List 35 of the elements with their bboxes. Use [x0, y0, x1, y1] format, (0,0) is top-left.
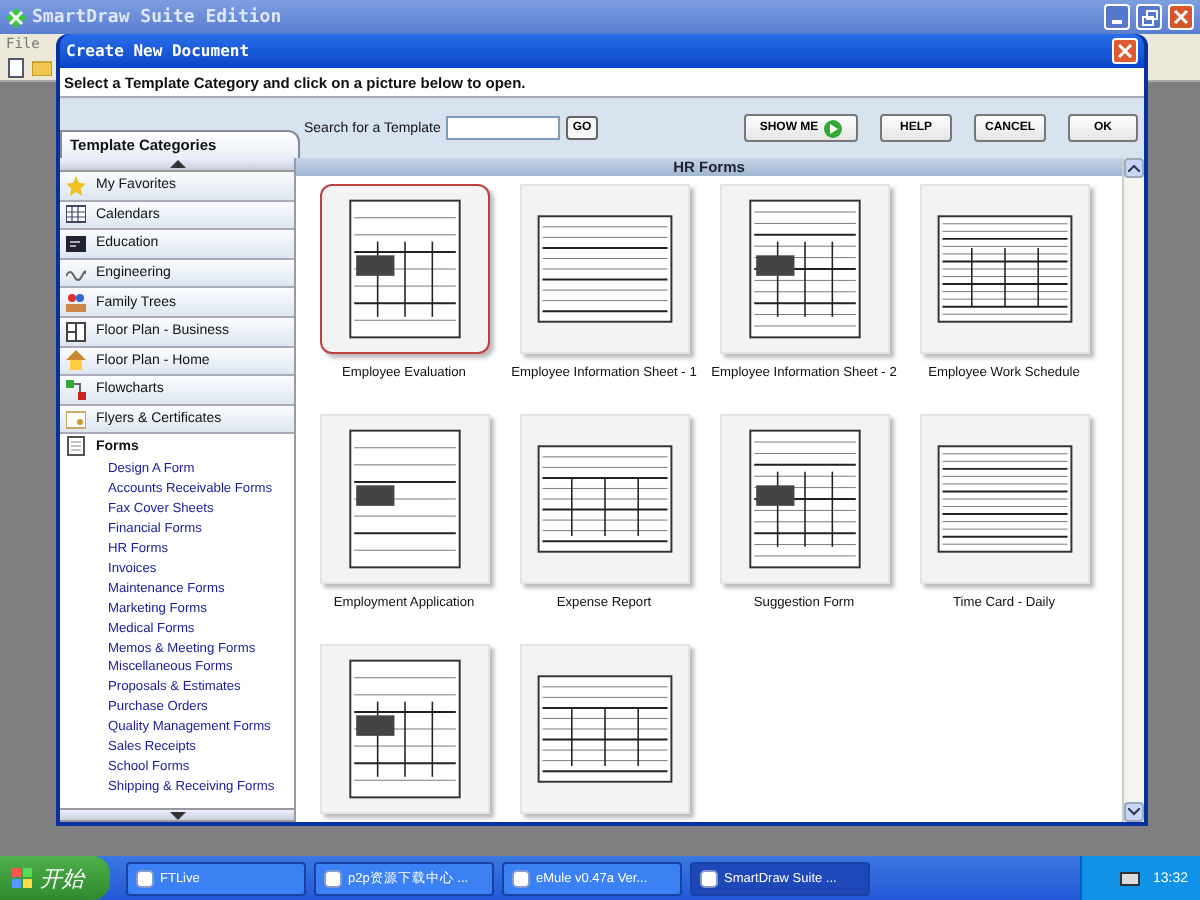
- flowchart-icon: [66, 379, 86, 400]
- app-icon: [324, 869, 342, 887]
- calendar-icon: [66, 204, 86, 225]
- app-icon: [512, 869, 530, 887]
- new-document-icon[interactable]: [8, 57, 24, 77]
- house-icon: [66, 350, 86, 371]
- restore-button[interactable]: [1136, 4, 1162, 30]
- app-logo-icon: [6, 7, 26, 27]
- star-icon: [66, 175, 86, 196]
- windows-logo-icon: [12, 868, 32, 888]
- chalkboard-icon: [66, 233, 86, 254]
- search-field[interactable]: [446, 116, 561, 140]
- minimize-button[interactable]: [1104, 4, 1130, 30]
- close-button[interactable]: [1112, 38, 1138, 64]
- floor-plan-icon: [66, 321, 86, 342]
- document-icon: [66, 436, 86, 457]
- caret-up-icon: [1128, 164, 1140, 172]
- app-title: SmartDraw Suite Edition: [32, 7, 284, 27]
- keyboard-icon: [1120, 871, 1141, 885]
- caret-down-icon: [169, 811, 185, 819]
- people-icon: [66, 292, 86, 313]
- scroll-down-button[interactable]: [1124, 802, 1144, 822]
- start-button[interactable]: 开始: [0, 856, 110, 900]
- app-icon: [700, 869, 718, 887]
- app-icon: [136, 869, 154, 887]
- dialog-title: Create New Document: [66, 42, 252, 60]
- scroll-up-button[interactable]: [1124, 158, 1144, 178]
- restore-icon: [1141, 9, 1157, 25]
- scrollbar[interactable]: [1122, 158, 1144, 822]
- close-icon: [1118, 44, 1132, 58]
- arrow-icon: [824, 119, 843, 137]
- caret-down-icon: [1128, 808, 1140, 816]
- close-button[interactable]: [1168, 4, 1194, 30]
- certificate-icon: [66, 409, 86, 430]
- close-icon: [1174, 10, 1188, 24]
